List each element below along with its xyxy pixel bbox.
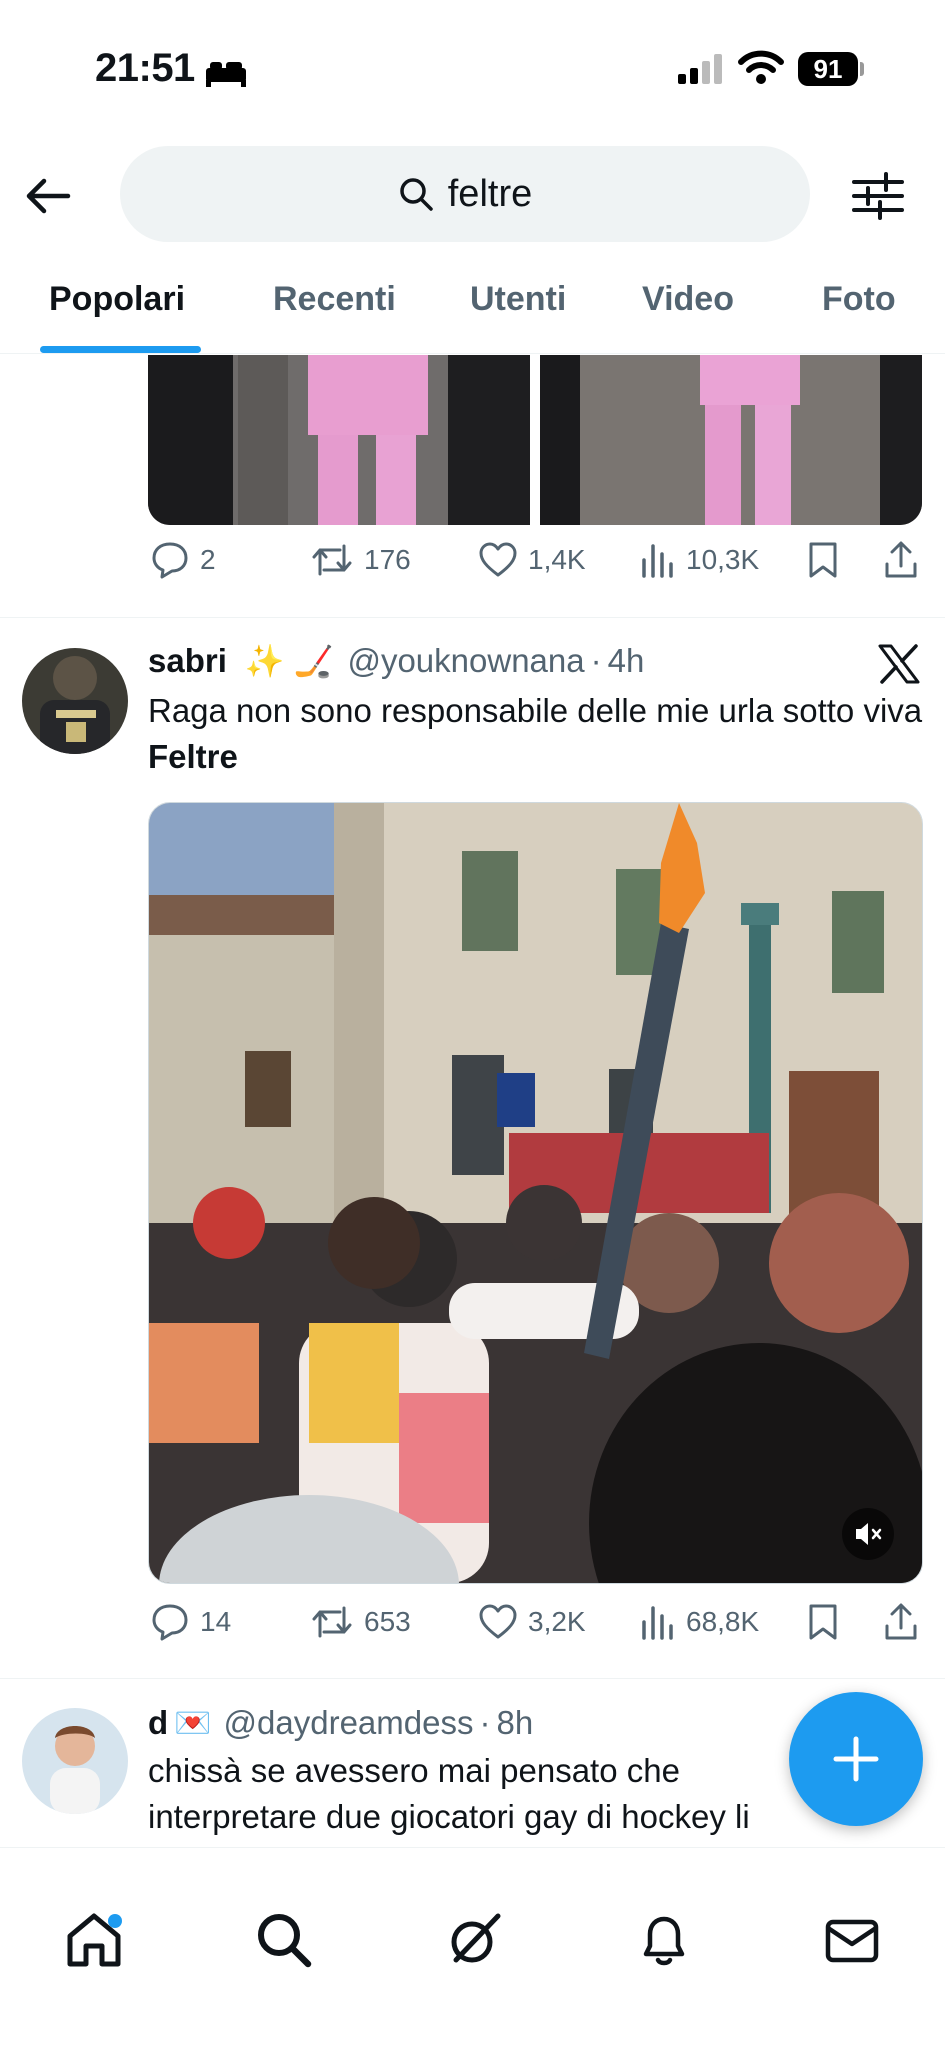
bookmark-icon[interactable] [806,540,840,580]
meta-separator: · [479,1704,491,1741]
messages-envelope-icon[interactable] [820,1908,884,1972]
repost-icon [312,1606,352,1638]
share-icon[interactable] [882,540,920,580]
mute-button[interactable] [842,1508,894,1560]
filter-settings-icon[interactable] [850,168,906,224]
notifications-bell-icon[interactable] [632,1908,696,1972]
tweet-text: chissà se avessero mai pensato che inter… [148,1752,750,1835]
grok-icon[interactable] [442,1908,506,1972]
heart-icon [479,542,517,577]
like-button[interactable]: 3,2K [478,1602,586,1642]
cellular-signal-icon [678,54,722,84]
views-icon [642,1606,673,1640]
search-query: feltre [447,172,533,215]
repost-button[interactable]: 653 [310,1602,411,1642]
status-bar: 21:51 91 [0,0,945,140]
name-emoji: 💌 [174,1706,212,1740]
repost-count: 653 [364,1606,411,1637]
user-handle[interactable]: @youknownana [347,642,584,680]
active-tab-indicator [40,346,201,353]
reply-icon [152,542,188,579]
avatar[interactable] [22,648,128,754]
like-count: 3,2K [528,1606,586,1637]
volume-muted-icon [856,1523,882,1545]
previous-tweet-photo-1[interactable] [148,355,530,525]
x-logo-icon [878,644,920,684]
status-time: 21:51 [95,46,195,90]
wifi-icon [738,50,784,84]
repost-button[interactable]: 176 [310,540,411,580]
bookmark-icon[interactable] [806,1602,840,1642]
tab-foto[interactable]: Foto [822,280,896,319]
views-count: 10,3K [686,544,760,575]
tweet-header: d 💌 @daydreamdess · 8h [148,1704,533,1742]
search-icon[interactable] [252,1908,316,1972]
display-name[interactable]: d [148,1704,168,1742]
tweet-time: 4h [607,642,645,679]
like-count: 1,4K [528,544,586,575]
repost-count: 176 [364,544,411,575]
like-button[interactable]: 1,4K [478,540,586,580]
battery-level: 91 [798,52,858,86]
views-count: 68,8K [686,1606,760,1637]
heart-icon [479,1604,517,1639]
previous-tweet-photo-2[interactable] [540,355,922,525]
compose-button[interactable] [789,1692,923,1826]
views-icon [642,544,673,578]
views-button[interactable]: 10,3K [640,540,759,580]
tweet-text-highlight: Feltre [148,738,238,775]
tweet-time: 8h [496,1704,534,1741]
tweet-video[interactable] [148,802,923,1584]
search-icon [400,178,433,211]
search-tabs: Popolari Recenti Utenti Video Foto [0,270,945,354]
back-arrow-icon[interactable] [22,170,74,222]
tweet-divider [0,1678,945,1679]
tab-utenti[interactable]: Utenti [470,280,566,319]
search-input[interactable]: feltre [120,146,810,242]
reply-count: 2 [200,544,216,575]
tweet-text: Raga non sono responsabile delle mie url… [148,688,928,780]
user-handle[interactable]: @daydreamdess [224,1704,474,1742]
reply-icon [152,1604,188,1641]
tweet-divider [0,617,945,618]
meta-separator: · [590,642,602,679]
previous-tweet-actions: 2 176 1,4K 10,3K [150,540,925,590]
reply-button[interactable]: 2 [150,540,216,580]
reply-count: 14 [200,1606,232,1637]
plus-icon [833,1736,879,1782]
tweet-header: sabri ✨ 🏒 @youknownana · 4h [148,642,644,680]
tweet-text-body: Raga non sono responsabile delle mie url… [148,692,923,729]
reply-button[interactable]: 14 [150,1602,231,1642]
views-button[interactable]: 68,8K [640,1602,759,1642]
tab-video[interactable]: Video [642,280,734,319]
home-unread-dot [108,1914,122,1928]
name-emoji: ✨ 🏒 [244,643,334,679]
display-name[interactable]: sabri [148,642,227,680]
avatar[interactable] [22,1708,128,1814]
sleep-focus-icon [206,62,246,87]
tab-recenti[interactable]: Recenti [273,280,396,319]
repost-icon [312,544,352,576]
battery-tip [860,62,864,76]
bottom-navigation [0,1847,945,2048]
tab-popolari[interactable]: Popolari [49,280,185,319]
share-icon[interactable] [882,1602,920,1642]
tweet-actions: 14 653 3,2K 68,8K [150,1602,925,1652]
